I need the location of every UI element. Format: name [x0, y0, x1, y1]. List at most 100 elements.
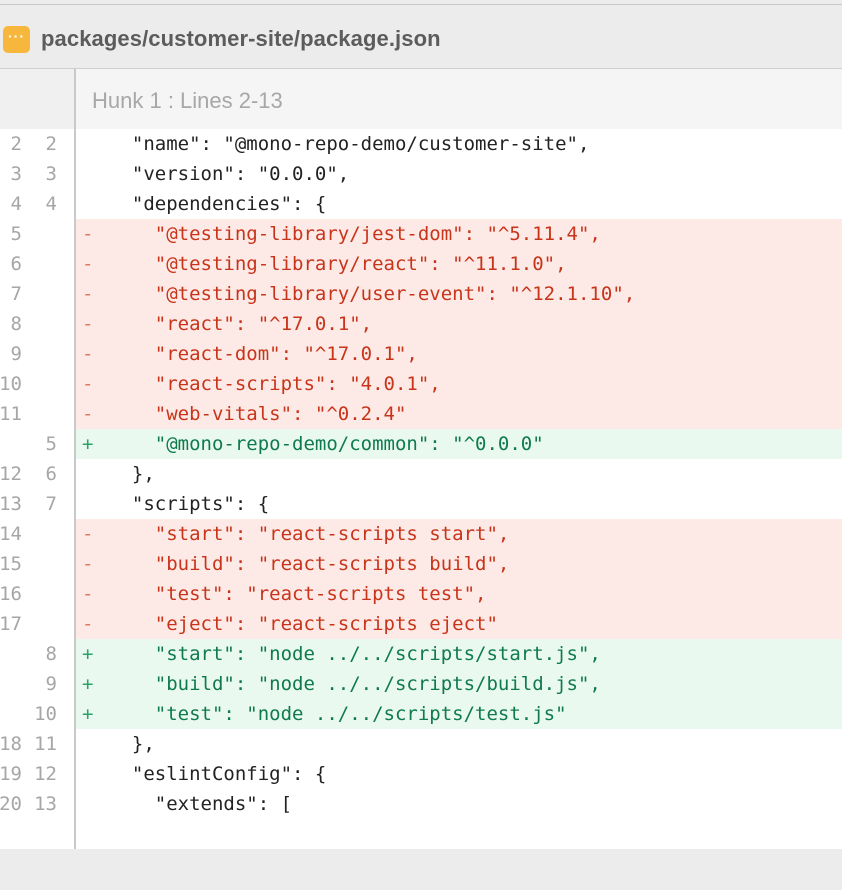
- old-line-number: 11: [0, 403, 22, 425]
- new-line-number: 8: [45, 643, 57, 665]
- diff-line-context[interactable]: 12 6 },: [0, 459, 842, 489]
- hunk-gutter: [0, 69, 74, 129]
- line-content: "@testing-library/react": "^11.1.0",: [109, 253, 567, 275]
- line-content: "@testing-library/jest-dom": "^5.11.4",: [109, 223, 601, 245]
- new-line-number: 4: [45, 193, 57, 215]
- old-line-number: 3: [10, 163, 22, 185]
- minus-sign: -: [82, 253, 94, 275]
- plus-sign: +: [82, 433, 94, 455]
- diff-line-context[interactable]: 13 7 "scripts": {: [0, 489, 842, 519]
- line-content: "test": "node ../../scripts/test.js": [109, 703, 567, 725]
- hunk-header: Hunk 1 : Lines 2-13: [0, 69, 842, 129]
- new-line-number: [27, 279, 57, 309]
- new-line-number: [27, 399, 57, 429]
- line-content: "start": "node ../../scripts/start.js",: [109, 643, 601, 665]
- old-line-number: 19: [0, 763, 22, 785]
- old-line-number: 9: [10, 343, 22, 365]
- diff-line-added[interactable]: 9 + "build": "node ../../scripts/build.js…: [0, 669, 842, 699]
- more-icon[interactable]: ···: [3, 26, 30, 53]
- new-line-number: [27, 519, 57, 549]
- diff-line-deleted[interactable]: 8 - "react": "^17.0.1",: [0, 309, 842, 339]
- line-content: "extends": [: [109, 793, 293, 815]
- old-line-number: 16: [0, 583, 22, 605]
- old-line-number: 13: [0, 493, 22, 515]
- bottom-padding: [0, 849, 842, 890]
- old-line-number: 10: [0, 373, 22, 395]
- diff-line-deleted[interactable]: 5 - "@testing-library/jest-dom": "^5.11.4…: [0, 219, 842, 249]
- diff-line-deleted[interactable]: 9 - "react-dom": "^17.0.1",: [0, 339, 842, 369]
- old-line-number: [0, 699, 22, 729]
- diff-code-area: 2 2 "name": "@mono-repo-demo/customer-sit…: [0, 129, 842, 849]
- new-line-number: 12: [34, 763, 57, 785]
- diff-line-context[interactable]: 3 3 "version": "0.0.0",: [0, 159, 842, 189]
- new-line-number: [27, 579, 57, 609]
- line-content: "version": "0.0.0",: [109, 163, 350, 185]
- old-line-number: 15: [0, 553, 22, 575]
- line-content: "react-scripts": "4.0.1",: [109, 373, 441, 395]
- diff-line-context[interactable]: 2 2 "name": "@mono-repo-demo/customer-sit…: [0, 129, 842, 159]
- new-line-number: 7: [45, 493, 57, 515]
- minus-sign: -: [82, 403, 94, 425]
- line-content: "scripts": {: [109, 493, 270, 515]
- new-line-number: 5: [45, 433, 57, 455]
- line-content: "react-dom": "^17.0.1",: [109, 343, 418, 365]
- diff-line-added[interactable]: 10 + "test": "node ../../scripts/test.js": [0, 699, 842, 729]
- diff-line-deleted[interactable]: 15 - "build": "react-scripts build",: [0, 549, 842, 579]
- new-line-number: 6: [45, 463, 57, 485]
- file-header[interactable]: ··· packages/customer-site/package.json: [0, 5, 842, 69]
- minus-sign: -: [82, 523, 94, 545]
- line-content: "build": "node ../../scripts/build.js",: [109, 673, 601, 695]
- old-line-number: [0, 639, 22, 669]
- diff-line-added[interactable]: 8 + "start": "node ../../scripts/start.js…: [0, 639, 842, 669]
- old-line-number: [0, 429, 22, 459]
- old-line-number: 6: [10, 253, 22, 275]
- new-line-number: 11: [34, 733, 57, 755]
- minus-sign: -: [82, 313, 94, 335]
- new-line-number: 3: [45, 163, 57, 185]
- diff-line-deleted[interactable]: 7 - "@testing-library/user-event": "^12.1…: [0, 279, 842, 309]
- hunk-label: Hunk 1 : Lines 2-13: [92, 88, 283, 113]
- minus-sign: -: [82, 373, 94, 395]
- old-line-number: 14: [0, 523, 22, 545]
- plus-sign: +: [82, 673, 94, 695]
- minus-sign: -: [82, 223, 94, 245]
- line-content: "@mono-repo-demo/common": "^0.0.0": [109, 433, 544, 455]
- old-line-number: 20: [0, 793, 22, 815]
- diff-line-context[interactable]: 19 12 "eslintConfig": {: [0, 759, 842, 789]
- new-line-number: 2: [45, 133, 57, 155]
- line-content: "react": "^17.0.1",: [109, 313, 373, 335]
- old-line-number: [0, 669, 22, 699]
- line-content: "name": "@mono-repo-demo/customer-site",: [109, 133, 590, 155]
- diff-line-context[interactable]: 4 4 "dependencies": {: [0, 189, 842, 219]
- old-line-number: 18: [0, 733, 22, 755]
- line-content: "dependencies": {: [109, 193, 327, 215]
- old-line-number: 5: [10, 223, 22, 245]
- new-line-number: [27, 609, 57, 639]
- new-line-number: [27, 309, 57, 339]
- new-line-number: 9: [45, 673, 57, 695]
- line-content: },: [109, 733, 155, 755]
- old-line-number: 17: [0, 613, 22, 635]
- diff-line-deleted[interactable]: 14 - "start": "react-scripts start",: [0, 519, 842, 549]
- new-line-number: [27, 249, 57, 279]
- plus-sign: +: [82, 703, 94, 725]
- minus-sign: -: [82, 343, 94, 365]
- diff-line-deleted[interactable]: 10 - "react-scripts": "4.0.1",: [0, 369, 842, 399]
- diff-line-deleted[interactable]: 6 - "@testing-library/react": "^11.1.0",: [0, 249, 842, 279]
- old-line-number: 2: [10, 133, 22, 155]
- diff-line-deleted[interactable]: 16 - "test": "react-scripts test",: [0, 579, 842, 609]
- diff-line-deleted[interactable]: 11 - "web-vitals": "^0.2.4": [0, 399, 842, 429]
- diff-line-context[interactable]: 18 11 },: [0, 729, 842, 759]
- plus-sign: +: [82, 643, 94, 665]
- gutter-divider: [74, 69, 76, 849]
- old-line-number: 7: [10, 283, 22, 305]
- line-content: "@testing-library/user-event": "^12.1.10…: [109, 283, 636, 305]
- new-line-number: [27, 369, 57, 399]
- diff-line-deleted[interactable]: 17 - "eject": "react-scripts eject": [0, 609, 842, 639]
- minus-sign: -: [82, 553, 94, 575]
- old-line-number: 8: [10, 313, 22, 335]
- diff-line-added[interactable]: 5 + "@mono-repo-demo/common": "^0.0.0": [0, 429, 842, 459]
- diff-line-context[interactable]: 20 13 "extends": [: [0, 789, 842, 819]
- old-line-number: 12: [0, 463, 22, 485]
- new-line-number: [27, 219, 57, 249]
